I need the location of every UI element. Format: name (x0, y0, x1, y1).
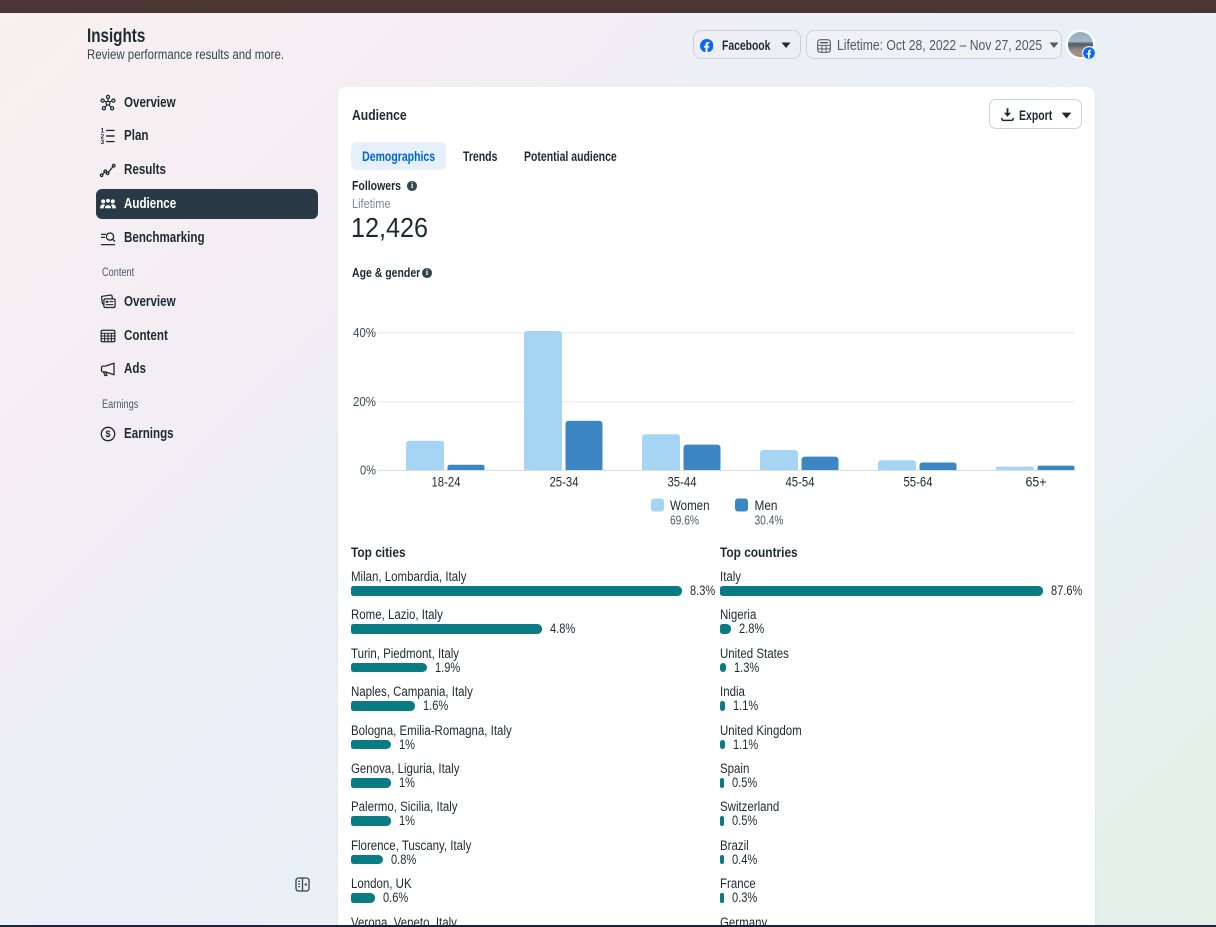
svg-text:30.4%: 30.4% (755, 514, 784, 528)
svg-text:$: $ (105, 429, 110, 439)
svg-text:Men: Men (755, 497, 778, 513)
svg-text:25-34: 25-34 (550, 475, 579, 490)
svg-text:3: 3 (100, 139, 104, 146)
svg-text:35-44: 35-44 (668, 475, 697, 490)
svg-text:40%: 40% (353, 326, 376, 340)
svg-text:65+: 65+ (1026, 475, 1047, 490)
svg-text:0%: 0% (360, 464, 376, 478)
svg-text:18-24: 18-24 (432, 475, 461, 490)
svg-text:55-64: 55-64 (904, 475, 933, 490)
svg-text:69.6%: 69.6% (670, 514, 699, 528)
svg-text:45-54: 45-54 (786, 475, 815, 490)
svg-text:Women: Women (670, 497, 710, 513)
svg-text:20%: 20% (353, 395, 376, 409)
